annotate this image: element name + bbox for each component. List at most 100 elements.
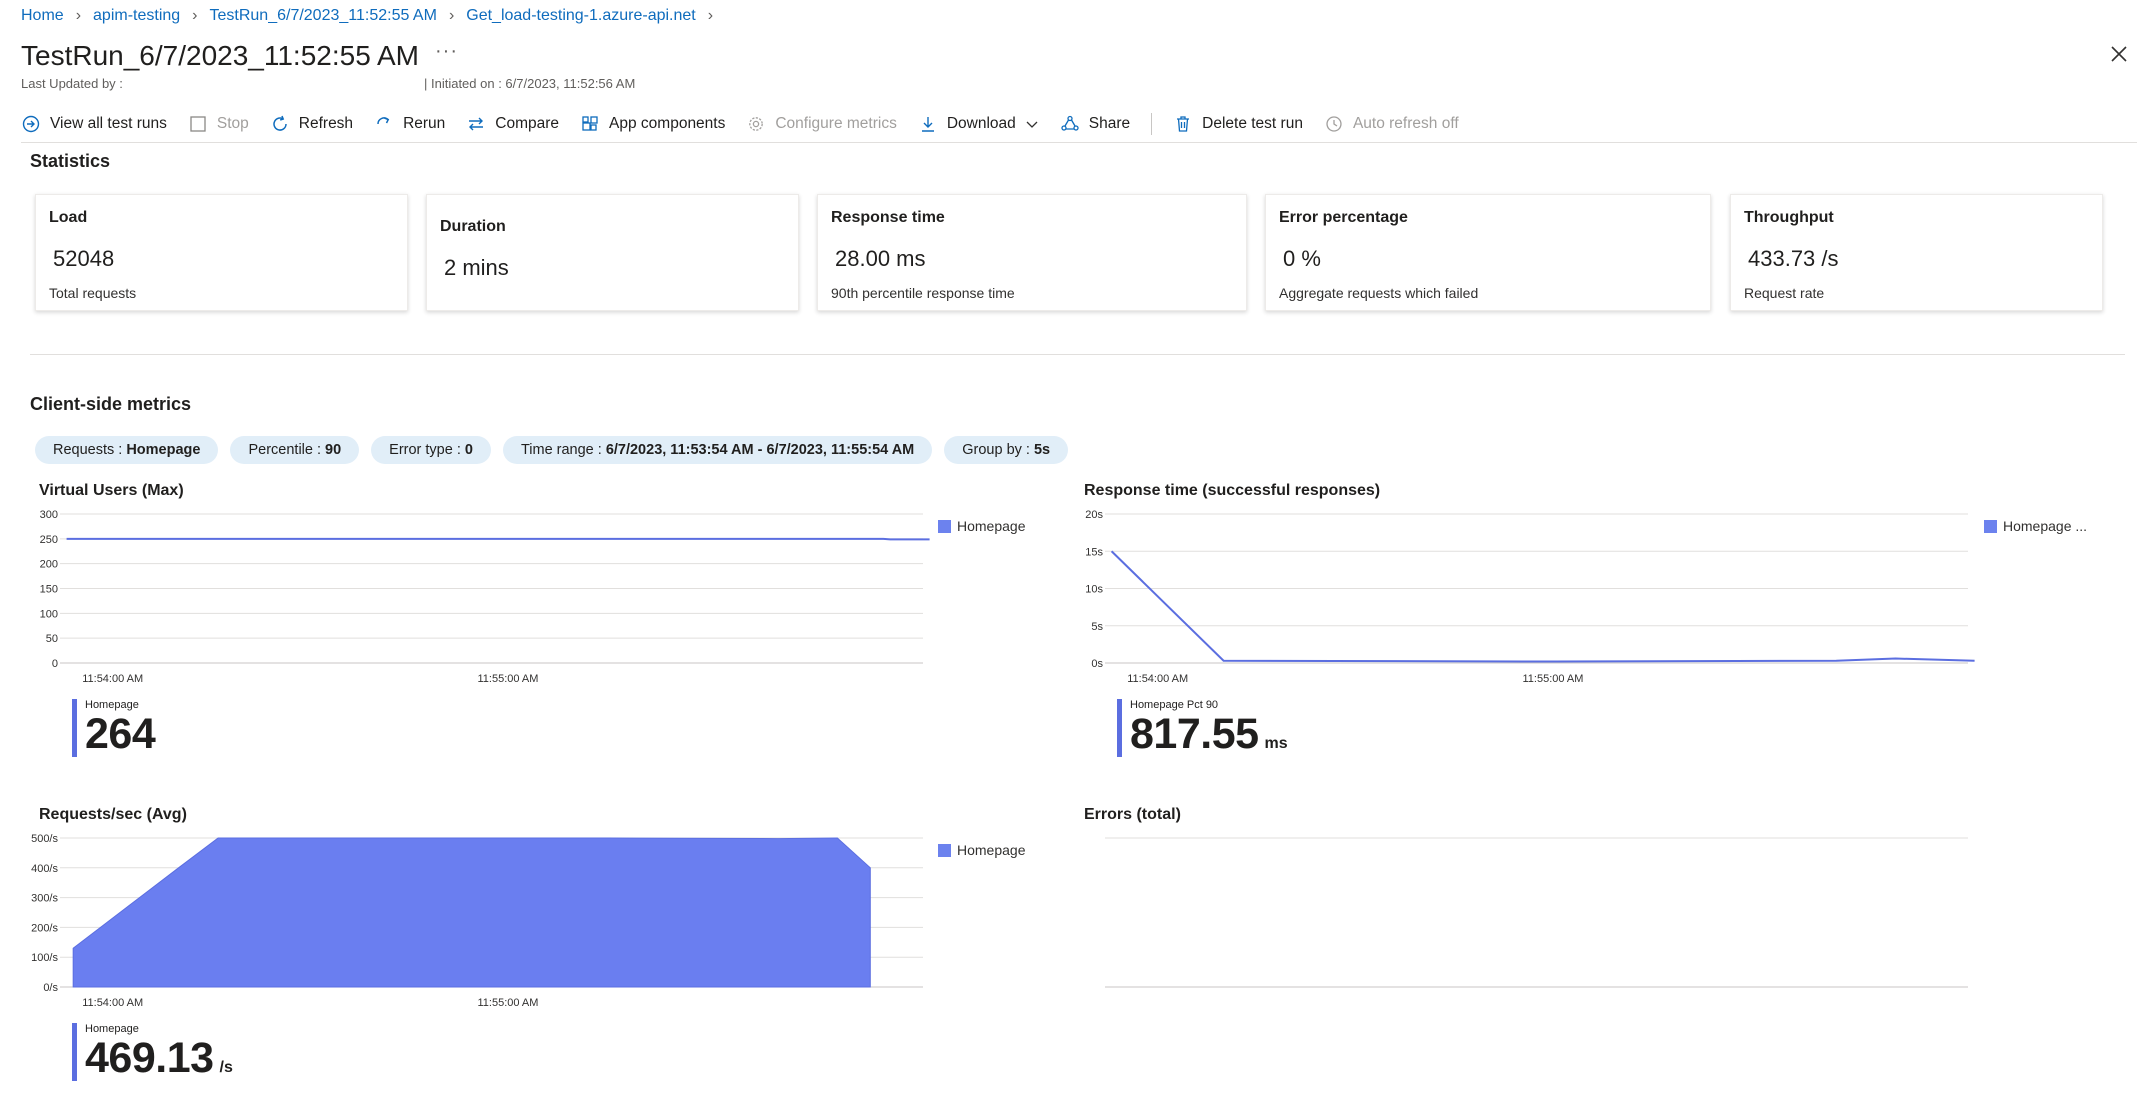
app-components-button[interactable]: App components	[580, 114, 725, 134]
rerun-icon	[374, 114, 394, 134]
y-tick-label: 10s	[1085, 584, 1103, 596]
filter-pill-requests[interactable]: Requests : Homepage	[35, 436, 219, 464]
view-all-test-runs-button[interactable]: View all test runs	[21, 114, 167, 134]
compare-button[interactable]: Compare	[466, 114, 559, 134]
stat-value: 2 mins	[444, 255, 509, 280]
requests-per-sec-chart[interactable]: 0/s 100/s 200/s 300/s 400/s 500/s 11:54:00 AM 1…	[30, 833, 930, 1014]
summary-accent-bar	[72, 699, 77, 757]
close-icon[interactable]	[2107, 42, 2131, 66]
share-icon	[1060, 114, 1080, 134]
x-tick-label: 11:54:00 AM	[82, 673, 143, 685]
chevron-right-icon: ›	[192, 7, 198, 24]
view-all-label: View all test runs	[50, 115, 167, 132]
response-time-summary: Homepage Pct 90 817.55 ms	[1117, 699, 1288, 757]
filter-pill-group-by[interactable]: Group by :5s	[944, 436, 1069, 464]
download-button[interactable]: Download	[918, 114, 1039, 134]
pill-key: Time range :	[520, 442, 602, 458]
page-title: TestRun_6/7/2023_11:52:55 AM	[21, 40, 420, 71]
stop-label: Stop	[216, 115, 249, 132]
stat-label: Error percentage	[1279, 209, 1408, 226]
x-tick-label: 11:55:00 AM	[1522, 673, 1583, 685]
app-components-icon	[580, 114, 600, 134]
errors-chart[interactable]	[1075, 834, 1975, 1014]
breadcrumb-apim-testing[interactable]: apim-testing	[93, 7, 180, 25]
y-tick-label: 200	[40, 559, 58, 571]
y-tick-label: 200/s	[31, 922, 58, 934]
refresh-button[interactable]: Refresh	[270, 114, 353, 134]
stop-button[interactable]: Stop	[188, 114, 249, 134]
stat-label: Load	[49, 209, 88, 226]
summary-value: 817.55	[1130, 710, 1259, 758]
breadcrumb-test-run[interactable]: TestRun_6/7/2023_11:52:55 AM	[210, 7, 437, 25]
chevron-right-icon: ›	[707, 7, 714, 24]
response-time-chart[interactable]: 0s 5s 10s 15s 20s 11:54:00 AM 11:55:00 AM	[1075, 509, 1975, 690]
filter-pill-error-type[interactable]: Error type :0	[371, 436, 491, 464]
y-tick-label: 150	[40, 584, 58, 596]
filter-pill-percentile[interactable]: Percentile :90	[230, 436, 360, 464]
virtual-users-summary: Homepage 264	[72, 699, 156, 757]
pill-value: Homepage	[126, 442, 201, 458]
stat-card-response-time: Response time 28.00 ms 90th percentile r…	[817, 194, 1247, 311]
client-side-metrics-heading: Client-side metrics	[30, 394, 192, 414]
toolbar-divider	[1151, 113, 1153, 135]
legend-swatch	[938, 519, 951, 533]
y-tick-label: 20s	[1085, 509, 1103, 521]
series-line	[1110, 550, 1975, 663]
more-options-button[interactable]: ···	[435, 40, 458, 63]
stop-icon	[188, 114, 208, 134]
breadcrumb-test[interactable]: Get_load-testing-1.azure-api.net	[466, 7, 695, 25]
breadcrumb: Home › apim-testing › TestRun_6/7/2023_1…	[21, 7, 725, 25]
configure-metrics-button[interactable]: Configure metrics	[746, 114, 897, 134]
breadcrumb-home[interactable]: Home	[21, 7, 64, 25]
auto-refresh-label: Auto refresh off	[1352, 115, 1459, 132]
share-button[interactable]: Share	[1060, 114, 1130, 134]
share-label: Share	[1088, 115, 1131, 132]
test-run-page: Home › apim-testing › TestRun_6/7/2023_1…	[0, 0, 2145, 1111]
pill-key: Requests :	[53, 442, 123, 458]
command-bar: View all test runs Stop Refresh Rerun Co…	[21, 110, 1480, 138]
stat-value: 52048	[53, 246, 115, 271]
clock-icon	[1324, 114, 1344, 134]
stat-value: 0 %	[1283, 246, 1321, 271]
requests-per-sec-summary: Homepage 469.13/s	[72, 1023, 233, 1081]
stat-sub: Request rate	[1744, 285, 1825, 301]
delete-label: Delete test run	[1202, 115, 1303, 132]
section-divider	[30, 354, 2125, 355]
download-icon	[918, 114, 938, 134]
app-components-label: App components	[609, 115, 726, 132]
compare-label: Compare	[495, 115, 560, 132]
delete-test-run-button[interactable]: Delete test run	[1173, 114, 1303, 134]
stat-card-load: Load 52048 Total requests	[35, 194, 408, 311]
filter-pill-time-range[interactable]: Time range :6/7/2023, 11:53:54 AM - 6/7/…	[502, 436, 933, 464]
pill-value: 90	[325, 442, 342, 458]
stat-card-duration: Duration 2 mins	[426, 194, 799, 311]
x-tick-label: 11:55:00 AM	[477, 673, 538, 685]
initiated-on-text: | Initiated on : 6/7/2023, 11:52:56 AM	[424, 76, 636, 91]
refresh-label: Refresh	[298, 115, 354, 132]
stat-sub: Aggregate requests which failed	[1279, 285, 1479, 301]
legend-requests-per-sec[interactable]: Homepage	[938, 842, 1026, 858]
y-tick-label: 300	[40, 509, 58, 521]
y-tick-label: 0	[52, 658, 58, 670]
y-tick-label: 0s	[1091, 658, 1103, 670]
arrow-circle-right-icon	[21, 114, 41, 134]
statistics-heading: Statistics	[30, 151, 111, 171]
legend-response-time[interactable]: Homepage ...	[1984, 518, 2087, 534]
metric-filter-pills: Requests : Homepage Percentile :90 Error …	[35, 436, 1080, 464]
stat-value: 28.00 ms	[835, 246, 926, 271]
y-tick-label: 500/s	[31, 833, 58, 845]
y-tick-label: 100/s	[31, 952, 58, 964]
stat-sub: Total requests	[49, 285, 137, 301]
y-tick-label: 300/s	[31, 893, 58, 905]
summary-accent-bar	[72, 1023, 77, 1081]
y-tick-label: 5s	[1091, 621, 1103, 633]
virtual-users-chart[interactable]: 0 50 100 150 200 250 300 11:54:00 AM 11:55:00 AM	[30, 509, 930, 690]
legend-swatch	[938, 843, 951, 857]
chart-title-errors: Errors (total)	[1084, 806, 1181, 823]
auto-refresh-button[interactable]: Auto refresh off	[1324, 114, 1459, 134]
summary-unit: ms	[1264, 735, 1288, 752]
stat-label: Duration	[440, 218, 506, 235]
chevron-right-icon: ›	[448, 7, 455, 24]
rerun-button[interactable]: Rerun	[374, 114, 445, 134]
legend-virtual-users[interactable]: Homepage	[938, 518, 1026, 534]
